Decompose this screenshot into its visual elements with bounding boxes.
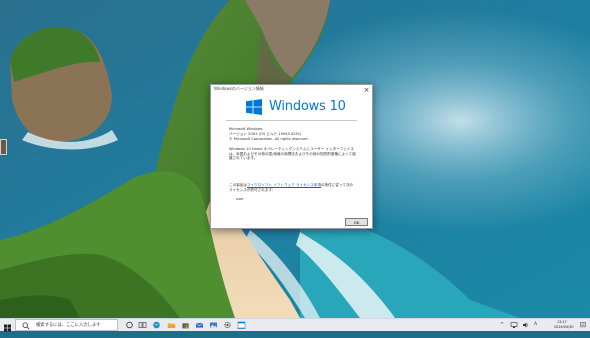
os-description: Windows 10 Home オペレーティングシステムとユーザー インターフェ… <box>229 147 356 160</box>
ime-icon[interactable]: A <box>534 321 537 329</box>
product-name: Microsoft Windows <box>229 127 263 131</box>
winver-task-icon[interactable] <box>237 321 246 329</box>
about-windows-dialog: Windowsのバージョン情報 × Windows 10 Microsoft W… <box>210 84 373 229</box>
edge-icon[interactable] <box>152 321 161 329</box>
taskbar-search-input[interactable]: 検索するには、ここに入力します <box>15 319 118 331</box>
close-button[interactable]: × <box>361 85 372 96</box>
mail-icon[interactable] <box>195 321 204 329</box>
license-line: この製品はマイクロソフト ソフトウェア ライセンス条項の条件に従って次の <box>229 183 353 188</box>
chevron-up-icon[interactable]: ^ <box>500 321 504 329</box>
version-text: バージョン 20H2 (OS ビルド 19045.4291) <box>229 132 302 136</box>
volume-icon[interactable] <box>522 321 530 329</box>
settings-icon[interactable] <box>223 321 232 329</box>
taskbar: 検索するには、ここに入力します ^ A 13:17 2024/04/30 <box>0 318 590 332</box>
notification-icon[interactable] <box>580 321 586 329</box>
license-line-2: ライセンスが許可されます: <box>229 188 274 192</box>
licensed-user: user <box>236 197 244 201</box>
dialog-divider <box>226 120 357 121</box>
search-placeholder: 検索するには、ここに入力します <box>36 323 101 328</box>
photos-icon[interactable] <box>209 321 218 329</box>
clock-date[interactable]: 2024/04/30 <box>554 325 574 329</box>
search-icon <box>22 322 30 330</box>
windows-start-icon <box>4 324 11 332</box>
clock-time[interactable]: 13:17 <box>557 320 567 324</box>
copyright-text: © Microsoft Corporation. All rights rese… <box>229 137 309 141</box>
start-button[interactable] <box>0 319 15 332</box>
ok-button[interactable]: OK <box>345 218 368 226</box>
dialog-titlebar[interactable]: Windowsのバージョン情報 × <box>211 85 372 96</box>
cortana-icon[interactable] <box>125 321 134 329</box>
windows-10-wordmark: Windows 10 <box>269 99 346 114</box>
windows-flag-icon <box>246 99 262 115</box>
dialog-title: Windowsのバージョン情報 <box>214 86 264 91</box>
file-explorer-icon[interactable] <box>167 321 176 329</box>
task-view-icon[interactable] <box>138 321 147 329</box>
store-icon[interactable] <box>181 321 190 329</box>
desktop-shortcut-icon[interactable] <box>0 139 7 155</box>
license-terms-link[interactable]: マイクロソフト ソフトウェア ライセンス条項 <box>247 183 321 187</box>
license-prefix: この製品は <box>229 183 247 187</box>
network-icon[interactable] <box>510 321 518 329</box>
license-suffix: の条件に従って次の <box>320 183 354 187</box>
